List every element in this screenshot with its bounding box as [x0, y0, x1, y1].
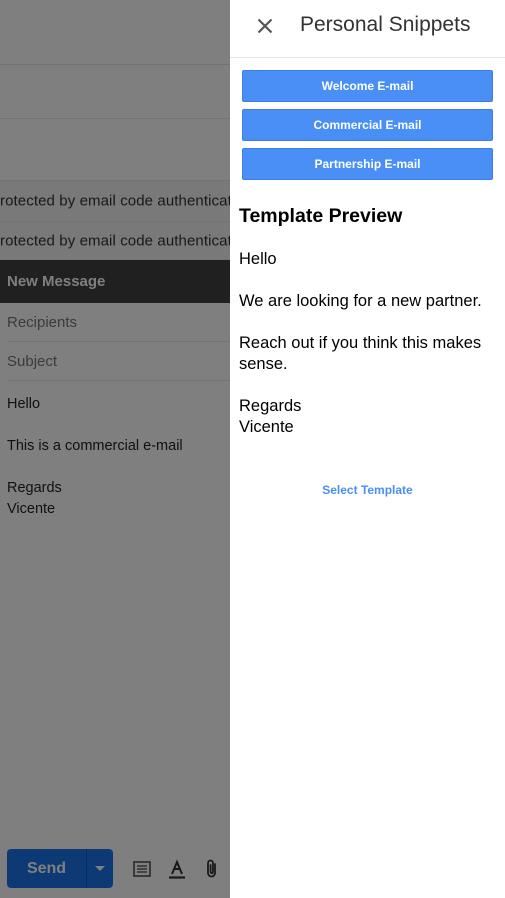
- template-button-commercial[interactable]: Commercial E-mail: [242, 109, 493, 141]
- preview-line: Reach out if you think this makes sense.: [239, 334, 482, 373]
- close-icon[interactable]: [251, 12, 279, 40]
- template-button-welcome[interactable]: Welcome E-mail: [242, 70, 493, 102]
- preview-name: Vicente: [239, 418, 294, 436]
- snippets-panel: Personal Snippets Welcome E-mail Commerc…: [230, 0, 505, 898]
- panel-header: Personal Snippets: [230, 0, 505, 58]
- select-template-link[interactable]: Select Template: [230, 483, 505, 497]
- preview-title: Template Preview: [239, 205, 403, 227]
- preview-body: Hello We are looking for a new partner. …: [239, 249, 497, 438]
- preview-signoff: Regards: [239, 397, 302, 415]
- panel-title: Personal Snippets: [300, 13, 471, 36]
- preview-line: We are looking for a new partner.: [239, 292, 482, 310]
- template-button-partnership[interactable]: Partnership E-mail: [242, 148, 493, 180]
- preview-greeting: Hello: [239, 250, 277, 268]
